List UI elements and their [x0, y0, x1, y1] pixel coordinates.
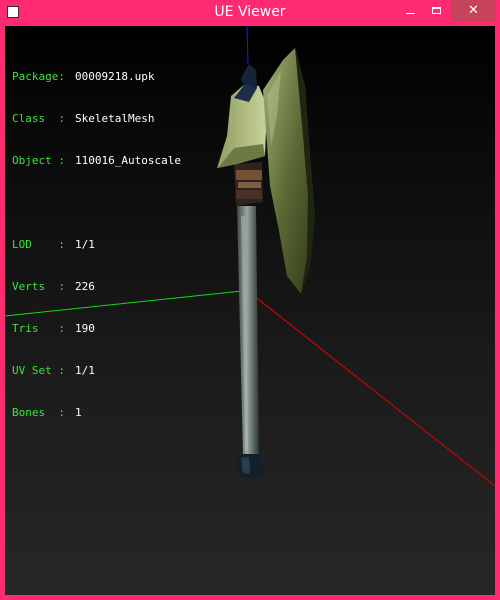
package-value: 00009218.upk: [75, 70, 155, 83]
object-value: 110016_Autoscale: [75, 154, 181, 167]
close-icon: ✕: [468, 3, 479, 18]
axe-pommel: [237, 454, 263, 478]
lod-label: LOD :: [12, 238, 65, 251]
mesh-info-overlay: Package: 00009218.upk Class : SkeletalMesh…: [12, 42, 181, 448]
verts-value: 226: [75, 280, 95, 293]
tris-value: 190: [75, 322, 95, 335]
tris-label: Tris :: [12, 322, 65, 335]
minimize-icon: [406, 13, 415, 14]
close-button[interactable]: ✕: [451, 0, 496, 22]
axe-handle: [237, 206, 259, 456]
bones-label: Bones :: [12, 406, 65, 419]
title-bar[interactable]: UE Viewer ✕: [0, 0, 500, 26]
maximize-icon: [432, 7, 441, 14]
axis-z-line: [246, 26, 249, 65]
uvset-label: UV Set :: [12, 364, 65, 377]
minimize-button[interactable]: [398, 0, 424, 22]
app-window: UE Viewer ✕ Package: 00009218.upk Class …: [0, 0, 500, 600]
class-value: SkeletalMesh: [75, 112, 155, 125]
3d-viewport[interactable]: Package: 00009218.upk Class : SkeletalMesh…: [5, 26, 495, 595]
axis-x-line: [248, 291, 495, 487]
object-label: Object :: [12, 154, 65, 167]
package-label: Package:: [12, 70, 65, 83]
class-label: Class :: [12, 112, 65, 125]
lod-value: 1/1: [75, 238, 95, 251]
bones-value: 1: [75, 406, 82, 419]
verts-label: Verts :: [12, 280, 65, 293]
maximize-button[interactable]: [424, 0, 450, 22]
uvset-value: 1/1: [75, 364, 95, 377]
